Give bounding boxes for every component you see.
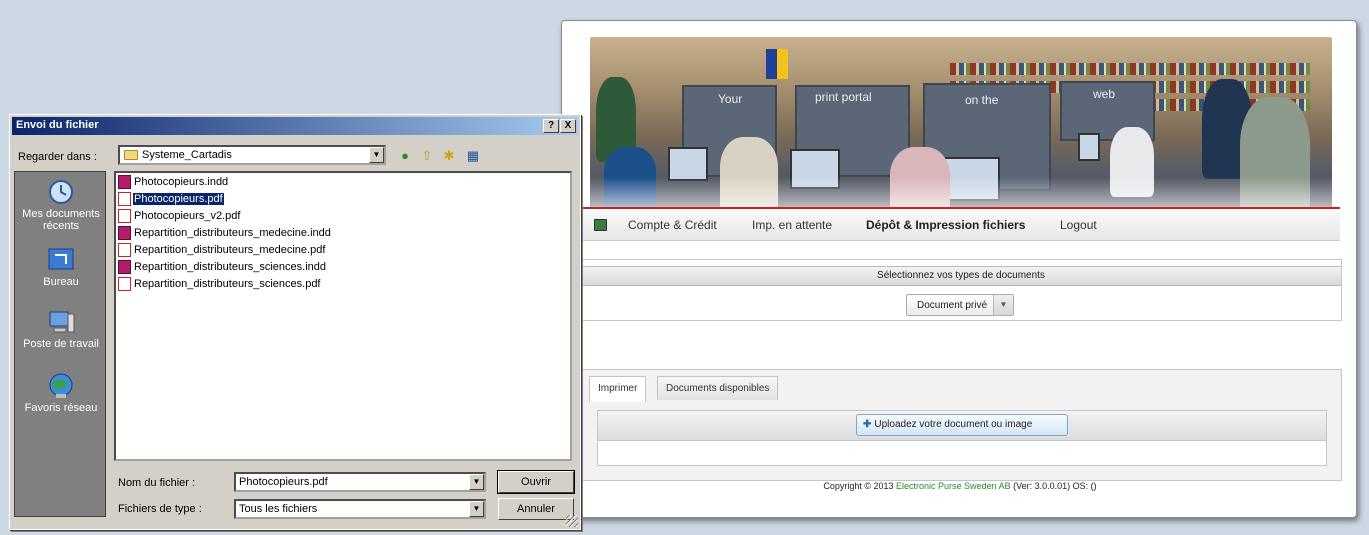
filename-value: Photocopieurs.pdf: [239, 476, 328, 488]
computer-monitor: [1078, 133, 1100, 161]
document-type-header: Sélectionnez vos types de documents: [581, 266, 1341, 286]
pdf-file-icon: [118, 192, 131, 206]
menu-item-depot-impression[interactable]: Dépôt & Impression fichiers: [866, 218, 1025, 232]
plus-icon: ✚: [863, 419, 872, 430]
indesign-file-icon: [118, 226, 131, 240]
place-label: Mes documents récents: [22, 208, 100, 232]
chevron-down-icon[interactable]: ▼: [469, 501, 484, 517]
help-button[interactable]: ?: [543, 119, 559, 133]
print-tabs-section: Imprimer Documents disponibles ✚ Uploadez…: [580, 369, 1342, 481]
pdf-file-icon: [118, 277, 131, 291]
open-button[interactable]: Ouvrir: [497, 470, 575, 494]
place-desktop[interactable]: Bureau: [15, 246, 107, 288]
file-name: Repartition_distributeurs_medecine.pdf: [134, 244, 326, 256]
version-text: (Ver: 3.0.0.01) OS: (): [1013, 481, 1097, 491]
globe-icon: [49, 373, 73, 398]
bookshelf-decor: [950, 63, 1310, 75]
file-upload-dialog: Envoi du fichier ? X Regarder dans : Sys…: [9, 114, 581, 530]
tab-content-panel: ✚ Uploadez votre document ou image: [597, 410, 1327, 466]
file-item[interactable]: Photocopieurs_v2.pdf: [118, 209, 241, 225]
desktop-icon: [48, 248, 74, 270]
portal-banner: Your print portal on the web: [590, 37, 1332, 217]
tab-documents-disponibles[interactable]: Documents disponibles: [657, 376, 779, 400]
filetype-label: Fichiers de type :: [118, 503, 202, 515]
place-label: Poste de travail: [23, 338, 99, 350]
filetype-select[interactable]: Tous les fichiers ▼: [234, 499, 486, 519]
folder-icon: [124, 150, 138, 160]
look-in-label: Regarder dans :: [18, 151, 97, 163]
chevron-down-icon[interactable]: ▼: [369, 147, 384, 163]
file-name: Repartition_distributeurs_sciences.indd: [134, 261, 326, 273]
file-item[interactable]: Repartition_distributeurs_sciences.indd: [118, 260, 327, 276]
chevron-down-icon[interactable]: ▼: [993, 295, 1013, 315]
menu-item-imp-en-attente[interactable]: Imp. en attente: [752, 218, 832, 232]
place-label: Favoris réseau: [24, 402, 98, 414]
look-in-value: Systeme_Cartadis: [142, 149, 232, 161]
document-type-value: Document privé: [917, 300, 988, 311]
close-button[interactable]: X: [560, 119, 576, 133]
up-folder-icon[interactable]: ⇧: [418, 148, 436, 164]
file-list[interactable]: Photocopieurs.indd Photocopieurs.pdf Pho…: [114, 171, 572, 461]
banner-word: print portal: [815, 90, 872, 104]
place-my-computer[interactable]: Poste de travail: [15, 308, 107, 350]
file-item[interactable]: Photocopieurs.pdf: [118, 192, 225, 208]
menu-item-logout[interactable]: Logout: [1060, 218, 1097, 232]
pdf-file-icon: [118, 209, 131, 223]
copyright-prefix: Copyright © 2013: [823, 481, 894, 491]
indesign-file-icon: [118, 260, 131, 274]
banner-word: Your: [718, 92, 743, 106]
print-portal-window: Your print portal on the web Compte & Cr…: [561, 20, 1357, 518]
recent-documents-icon: [49, 180, 73, 204]
menu-item-compte-credit[interactable]: Compte & Crédit: [628, 218, 717, 232]
indesign-file-icon: [118, 175, 131, 189]
document-type-select[interactable]: Document privé ▼: [906, 294, 1014, 316]
chevron-down-icon[interactable]: ▼: [469, 474, 484, 490]
file-name: Photocopieurs.pdf: [132, 192, 225, 206]
dialog-titlebar[interactable]: Envoi du fichier ? X: [12, 117, 578, 135]
upload-button-label: Uploadez votre document ou image: [874, 419, 1033, 430]
back-icon[interactable]: ●: [396, 148, 414, 164]
place-recent-documents[interactable]: Mes documents récents: [15, 178, 107, 232]
electronic-purse-logo: [766, 49, 788, 79]
file-name: Repartition_distributeurs_sciences.pdf: [134, 278, 321, 290]
file-item[interactable]: Photocopieurs.indd: [118, 175, 229, 191]
resize-grip-icon[interactable]: [566, 515, 578, 527]
main-menu: Compte & Crédit Imp. en attente Dépôt & …: [580, 207, 1340, 241]
computer-monitor: [668, 147, 708, 181]
file-item[interactable]: Repartition_distributeurs_sciences.pdf: [118, 277, 322, 293]
place-label: Bureau: [43, 276, 79, 288]
look-in-combo[interactable]: Systeme_Cartadis ▼: [118, 145, 386, 165]
file-item[interactable]: Repartition_distributeurs_medecine.pdf: [118, 243, 326, 259]
file-item[interactable]: Repartition_distributeurs_medecine.indd: [118, 226, 332, 242]
new-folder-icon[interactable]: ✱: [440, 148, 458, 164]
place-network[interactable]: Favoris réseau: [15, 372, 107, 414]
cancel-button[interactable]: Annuler: [498, 498, 574, 520]
filename-label: Nom du fichier :: [118, 477, 196, 489]
company-link[interactable]: Electronic Purse Sweden AB: [896, 481, 1011, 491]
dialog-title: Envoi du fichier: [16, 119, 99, 131]
pdf-file-icon: [118, 243, 131, 257]
copyright-footer: Copyright © 2013 Electronic Purse Sweden…: [562, 481, 1356, 491]
file-name: Photocopieurs.indd: [134, 176, 229, 188]
filetype-value: Tous les fichiers: [239, 503, 318, 515]
banner-word: web: [1093, 87, 1116, 101]
printer-icon: [594, 219, 607, 231]
banner-word: on the: [965, 93, 999, 107]
places-bar: Mes documents récents Bureau Poste de tr…: [14, 171, 106, 517]
file-name: Repartition_distributeurs_medecine.indd: [134, 227, 331, 239]
file-name: Photocopieurs_v2.pdf: [134, 210, 241, 222]
view-menu-icon[interactable]: ▦: [464, 148, 482, 164]
upload-document-button[interactable]: ✚ Uploadez votre document ou image: [856, 414, 1068, 436]
tab-imprimer[interactable]: Imprimer: [589, 376, 647, 402]
filename-input[interactable]: Photocopieurs.pdf ▼: [234, 472, 486, 492]
upload-toolbar: ✚ Uploadez votre document ou image: [598, 411, 1326, 441]
computer-icon: [49, 311, 75, 333]
document-type-section: Sélectionnez vos types de documents Docu…: [580, 259, 1342, 321]
